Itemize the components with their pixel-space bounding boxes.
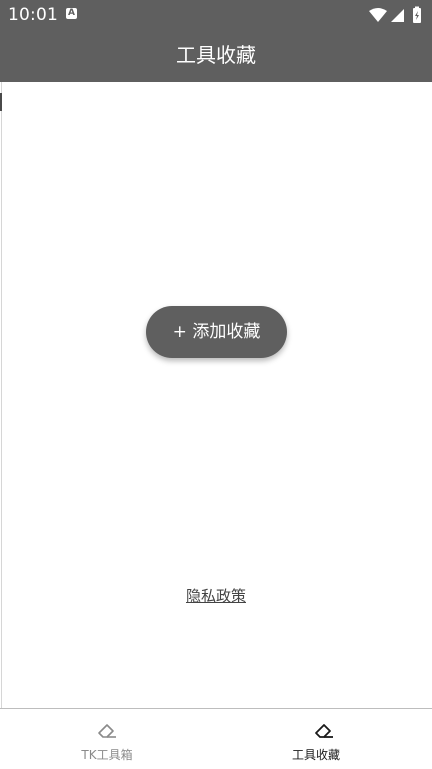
status-icons-svg bbox=[369, 6, 421, 23]
status-time: 10:01 bbox=[8, 5, 58, 25]
nav-label-tk-toolbox: TK工具箱 bbox=[81, 748, 133, 762]
status-system-icons bbox=[367, 6, 425, 24]
nav-item-tk-toolbox[interactable]: TK工具箱 bbox=[0, 709, 216, 769]
nav-item-tool-favorites[interactable]: 工具收藏 bbox=[216, 709, 432, 769]
battery-icon bbox=[413, 6, 421, 23]
nav-label-tool-favorites: 工具收藏 bbox=[291, 748, 340, 762]
wifi-icon bbox=[369, 8, 387, 22]
eraser-icon bbox=[315, 724, 333, 738]
page-title: 工具收藏 bbox=[176, 43, 256, 67]
app-bar: 工具收藏 bbox=[0, 30, 432, 82]
main-content bbox=[0, 82, 432, 708]
app-screen: 10:01 A 工具收藏 + 添加收藏 隐私政策 TK工具箱 工具收藏 bbox=[0, 0, 432, 769]
content-edge-mark bbox=[0, 93, 2, 111]
content-edge-divider bbox=[1, 82, 2, 708]
a-badge-icon: A bbox=[66, 8, 77, 19]
bottom-navigation: TK工具箱 工具收藏 bbox=[0, 708, 432, 769]
status-bar: 10:01 A bbox=[0, 0, 432, 30]
add-favorite-button[interactable]: + 添加收藏 bbox=[146, 306, 287, 358]
privacy-policy-link[interactable]: 隐私政策 bbox=[0, 585, 432, 606]
eraser-icon bbox=[98, 724, 116, 738]
signal-icon bbox=[391, 9, 404, 22]
